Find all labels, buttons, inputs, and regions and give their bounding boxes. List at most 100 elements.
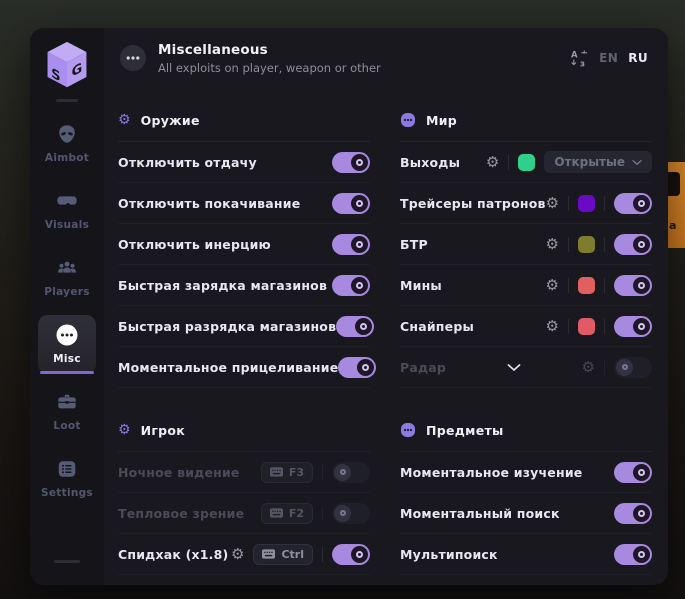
row-controls [332, 234, 370, 255]
sidebar-item-players[interactable]: Players [38, 248, 96, 307]
section-title: Игрок [141, 423, 186, 438]
setting-row: БТР⚙ [400, 224, 652, 265]
setting-row: Тепловое зрениеF2 [118, 493, 370, 534]
toggle-on[interactable] [332, 152, 370, 173]
color-swatch[interactable] [578, 277, 595, 294]
briefcase-icon [56, 390, 78, 414]
toggle-off[interactable] [614, 357, 652, 378]
separator [604, 360, 605, 375]
toggle-on[interactable] [614, 275, 652, 296]
header: Miscellaneous All exploits on player, we… [104, 28, 668, 88]
toggle-on[interactable] [332, 234, 370, 255]
toggle-knob [633, 318, 650, 335]
lang-ru-button[interactable]: RU [628, 51, 648, 65]
toggle-dot [638, 200, 645, 207]
chevron-down-icon[interactable] [507, 363, 521, 372]
separator [568, 196, 569, 211]
separator [604, 278, 605, 293]
toggle-on[interactable] [332, 193, 370, 214]
keyboard-icon [270, 508, 283, 518]
setting-label: Трейсеры патронов [400, 196, 546, 211]
gear-icon[interactable]: ⚙ [582, 360, 595, 375]
setting-row: Моментальный поиск [400, 493, 652, 534]
toggle-knob [351, 154, 368, 171]
gear-icon[interactable]: ⚙ [486, 155, 499, 170]
color-swatch[interactable] [578, 318, 595, 335]
sidebar-item-loot[interactable]: Loot [38, 382, 96, 441]
color-swatch[interactable] [578, 236, 595, 253]
lang-en-button[interactable]: EN [599, 51, 618, 65]
sidebar-item-visuals[interactable]: Visuals [38, 181, 96, 240]
gear-icon[interactable]: ⚙ [546, 196, 559, 211]
dropdown-select[interactable]: Открытые [544, 151, 652, 173]
toggle-on[interactable] [336, 316, 374, 337]
gear-icon: ⚙ [118, 423, 131, 437]
separator [604, 237, 605, 252]
setting-label: Снайперы [400, 319, 474, 334]
sidebar-item-label: Loot [53, 420, 80, 432]
sidebar-item-misc[interactable]: Misc [38, 315, 96, 374]
alien-icon [56, 122, 78, 146]
color-swatch[interactable] [518, 154, 535, 171]
sidebar-item-settings[interactable]: Settings [38, 449, 96, 508]
toggle-on[interactable] [614, 503, 652, 524]
section-header: ⚙ Игрок [118, 420, 370, 440]
keybind-badge[interactable]: F3 [261, 462, 313, 483]
cheat-menu-window: S G Aimbot Visuals Players Misc Loot Settings… [30, 28, 668, 585]
toggle-on[interactable] [614, 316, 652, 337]
setting-label: Выходы [400, 155, 460, 170]
toggle-on[interactable] [332, 544, 370, 565]
sidebar-item-label: Visuals [45, 219, 89, 231]
setting-row: Радар ⚙ [400, 347, 652, 388]
toggle-dot [622, 364, 628, 370]
gear-icon[interactable]: ⚙ [546, 278, 559, 293]
toggle-off[interactable] [332, 462, 370, 483]
setting-label: Спидхак (x1.8) [118, 547, 228, 562]
row-controls [614, 462, 652, 483]
setting-label: Ночное видение [118, 465, 240, 480]
setting-row: Отключить покачивание [118, 183, 370, 224]
toggle-on[interactable] [332, 275, 370, 296]
toggle-dot [638, 469, 645, 476]
page-subtitle: All exploits on player, weapon or other [158, 61, 381, 75]
gear-icon[interactable]: ⚙ [546, 319, 559, 334]
toggle-on[interactable] [614, 462, 652, 483]
language-switcher: A з EN RU [570, 49, 648, 68]
toggle-knob [633, 546, 650, 563]
setting-label: Радар [400, 360, 446, 375]
toggle-on[interactable] [338, 357, 376, 378]
toggle-on[interactable] [614, 234, 652, 255]
app-logo-icon: S G [44, 40, 90, 90]
setting-row: Ночное видение F3 [118, 452, 370, 493]
row-controls: ⚙ [546, 275, 652, 296]
toggle-dot [638, 510, 645, 517]
toggle-on[interactable] [614, 193, 652, 214]
sidebar-top-divider [56, 99, 78, 102]
setting-row: Моментальное прицеливание [118, 347, 370, 388]
section-title: Оружие [141, 113, 200, 128]
toggle-dot [356, 282, 363, 289]
color-swatch[interactable] [578, 195, 595, 212]
section-title: Мир [426, 113, 457, 128]
keybind-badge[interactable]: F2 [261, 503, 313, 524]
row-controls [614, 544, 652, 565]
toggle-dot [340, 510, 346, 516]
setting-row: Выходы ⚙ Открытые [400, 142, 652, 183]
toggle-off[interactable] [332, 503, 370, 524]
row-controls [338, 357, 376, 378]
toggle-dot [638, 282, 645, 289]
setting-row: Отключить инерцию [118, 224, 370, 265]
setting-row: Моментальное изучение [400, 452, 652, 493]
toggle-dot [356, 241, 363, 248]
toggle-dot [638, 241, 645, 248]
toggle-on[interactable] [614, 544, 652, 565]
row-controls: ⚙ Ctrl [231, 544, 370, 565]
keybind-badge[interactable]: Ctrl [253, 544, 313, 565]
toggle-dot [362, 364, 369, 371]
sidebar-item-aimbot[interactable]: Aimbot [38, 114, 96, 173]
gear-icon[interactable]: ⚙ [231, 547, 244, 562]
gear-icon[interactable]: ⚙ [546, 237, 559, 252]
toggle-knob [633, 505, 650, 522]
keybind-label: F2 [289, 507, 304, 520]
section-header: ⚙Оружие [118, 110, 370, 130]
